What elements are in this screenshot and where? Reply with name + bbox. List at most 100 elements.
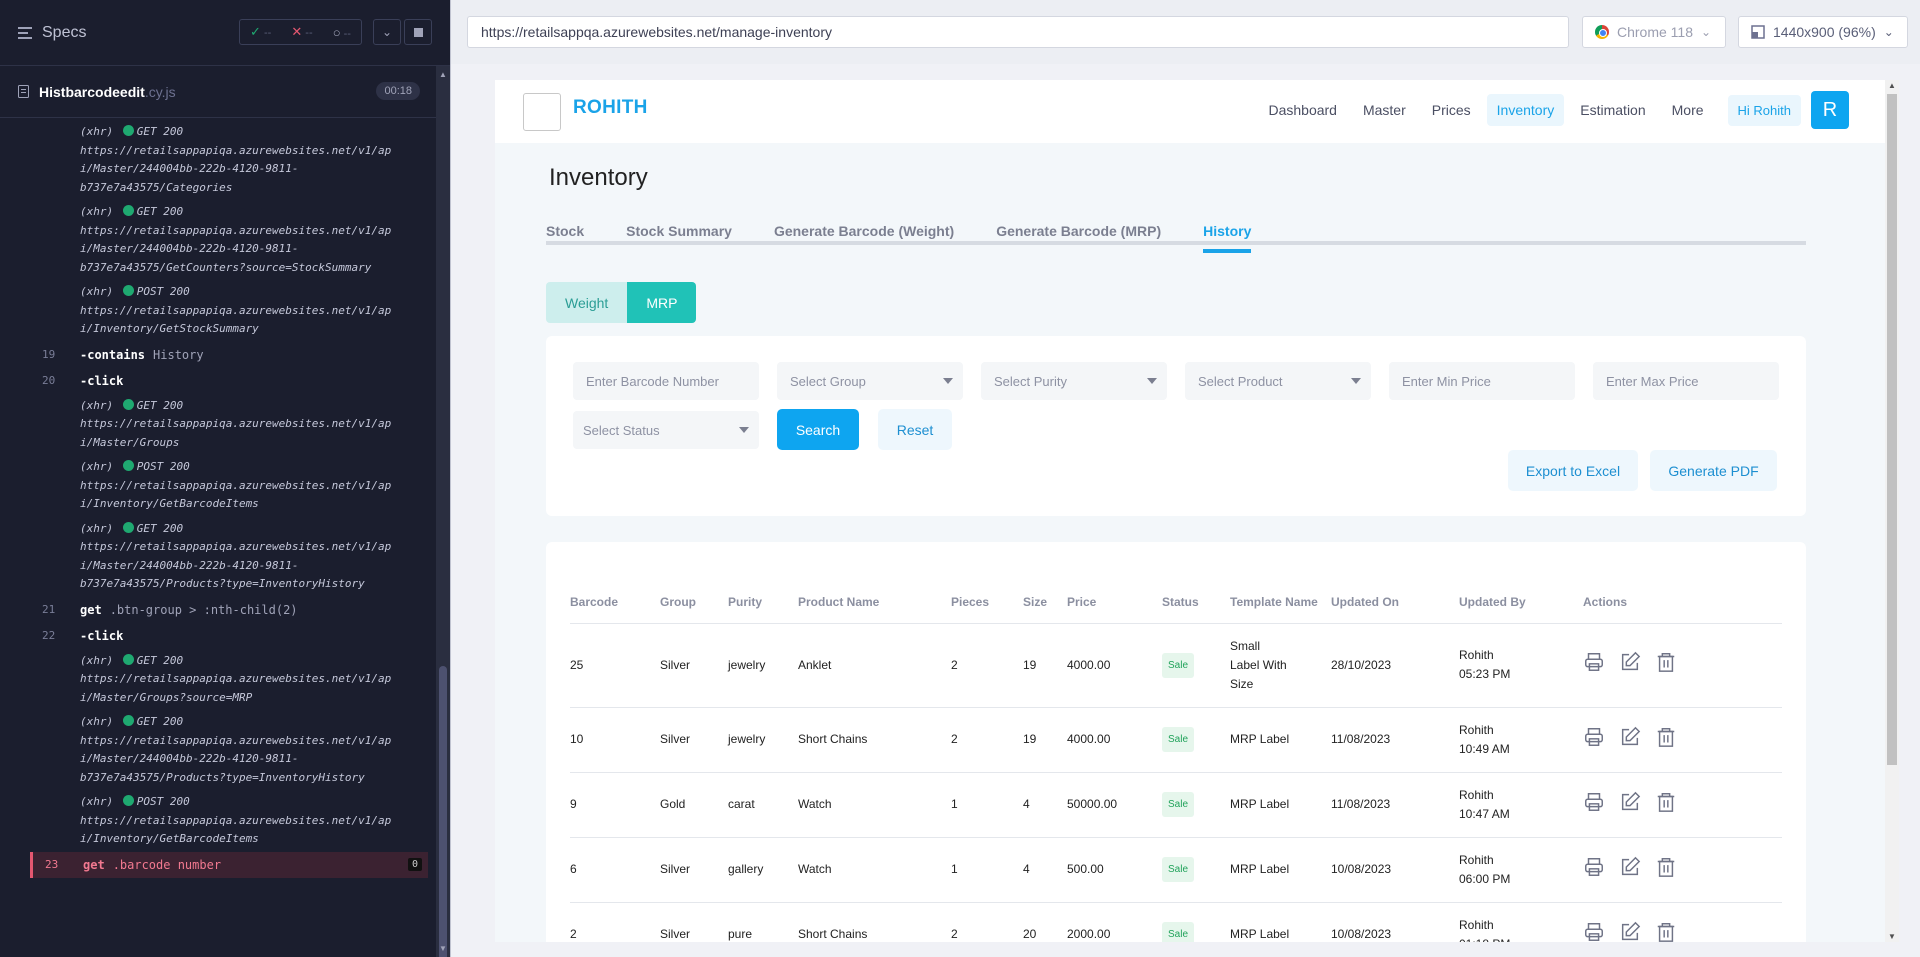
- brand-name[interactable]: ROHITH: [573, 97, 648, 119]
- edit-icon[interactable]: [1619, 651, 1641, 679]
- app-frame: ROHITH Dashboard Master Prices Inventory Est…: [495, 80, 1899, 942]
- mrp-toggle-button[interactable]: MRP: [627, 282, 697, 323]
- command-number: 19: [42, 348, 56, 361]
- tab-stock[interactable]: Stock: [546, 223, 584, 249]
- status-select[interactable]: Select Status: [573, 411, 759, 449]
- scroll-up-icon: ▲: [439, 70, 447, 79]
- tab-generate-barcode-weight[interactable]: Generate Barcode (Weight): [774, 223, 954, 249]
- updated-by-line: 10:47 AM: [1459, 806, 1510, 821]
- log-command[interactable]: 19 -contains History: [30, 342, 428, 368]
- cell-template: MRP Label: [1230, 837, 1331, 903]
- user-greeting[interactable]: Hi Rohith: [1727, 94, 1801, 126]
- status-badge: Sale: [1162, 652, 1195, 678]
- stop-button[interactable]: [404, 19, 432, 45]
- nav-item-inventory[interactable]: Inventory: [1486, 94, 1565, 126]
- spec-file-name: Histbarcodeedit: [39, 83, 145, 100]
- xhr-url-line: i/Master/244004bb-222b-4120-9811-: [80, 162, 299, 175]
- nav-item-prices[interactable]: Prices: [1422, 94, 1481, 126]
- cell-template: MRP Label: [1230, 707, 1331, 773]
- cell-actions: [1583, 772, 1782, 838]
- scroll-up-icon: ▲: [1888, 81, 1896, 90]
- print-icon[interactable]: [1583, 791, 1605, 819]
- log-command-failed[interactable]: 23 get .barcode number 0: [30, 851, 428, 878]
- nav-item-estimation[interactable]: Estimation: [1570, 94, 1655, 126]
- weight-toggle-button[interactable]: Weight: [546, 282, 628, 323]
- trash-icon[interactable]: [1655, 651, 1677, 679]
- cell-updated-on: 10/08/2023: [1331, 837, 1459, 903]
- viewport-selector[interactable]: 1440x900 (96%) ⌄: [1738, 16, 1908, 48]
- xhr-prefix: (xhr): [80, 398, 114, 412]
- log-xhr-entry[interactable]: (xhr) GET 200 https://retailsappapiqa.azu…: [30, 649, 428, 711]
- log-xhr-entry[interactable]: (xhr) GET 200 https://retailsappapiqa.azu…: [30, 394, 428, 456]
- chevron-down-icon: ⌄: [1883, 25, 1894, 39]
- column-header: Purity: [728, 582, 798, 624]
- log-command[interactable]: 22 -click: [30, 623, 428, 649]
- tab-history[interactable]: History: [1203, 223, 1252, 253]
- purity-select[interactable]: Select Purity: [981, 362, 1167, 400]
- log-command[interactable]: 21 get .btn-group > :nth-child(2): [30, 597, 428, 623]
- url-bar[interactable]: https://retailsappqa.azurewebsites.net/m…: [467, 16, 1569, 48]
- max-price-input[interactable]: Enter Max Price: [1593, 362, 1779, 400]
- cell-product: Short Chains: [798, 707, 951, 773]
- chevron-down-button[interactable]: ⌄: [373, 19, 401, 45]
- print-icon[interactable]: [1583, 651, 1605, 679]
- template-line: MRP Label: [1230, 862, 1290, 876]
- trash-icon[interactable]: [1655, 791, 1677, 819]
- trash-icon[interactable]: [1655, 856, 1677, 884]
- cell-updated-by: Rohith 05:23 PM: [1459, 623, 1583, 708]
- search-button[interactable]: Search: [777, 409, 859, 450]
- test-stats: ✓ -- ✕ -- ○ --: [239, 19, 362, 45]
- trash-icon[interactable]: [1655, 921, 1677, 943]
- tab-stock-summary[interactable]: Stock Summary: [626, 223, 732, 249]
- generate-pdf-button[interactable]: Generate PDF: [1650, 450, 1777, 491]
- cell-group: Silver: [660, 623, 728, 708]
- reset-button[interactable]: Reset: [878, 409, 952, 450]
- edit-icon[interactable]: [1619, 921, 1641, 943]
- spec-file-row[interactable]: Histbarcodeedit .cy.js 00:18: [0, 66, 450, 118]
- group-select[interactable]: Select Group: [777, 362, 963, 400]
- xhr-prefix: (xhr): [80, 205, 114, 218]
- status-badge: Sale: [1162, 857, 1195, 882]
- log-xhr-entry[interactable]: (xhr) GET 200 https://retailsappapiqa.azu…: [30, 710, 428, 790]
- nav-item-dashboard[interactable]: Dashboard: [1258, 94, 1347, 126]
- edit-icon[interactable]: [1619, 726, 1641, 754]
- min-price-input[interactable]: Enter Min Price: [1389, 362, 1575, 400]
- log-command[interactable]: 20 -click: [30, 368, 428, 394]
- cell-pieces: 2: [951, 707, 1023, 773]
- nav-item-master[interactable]: Master: [1353, 94, 1416, 126]
- trash-icon[interactable]: [1655, 726, 1677, 754]
- cell-group: Silver: [660, 902, 728, 942]
- log-xhr-entry[interactable]: (xhr) GET 200 https://retailsappapiqa.azu…: [30, 200, 428, 280]
- log-xhr-entry[interactable]: (xhr) POST 200 https://retailsappapiqa.az…: [30, 455, 428, 517]
- template-line: MRP Label: [1230, 927, 1290, 941]
- log-xhr-entry[interactable]: (xhr) POST 200 https://retailsappapiqa.az…: [30, 790, 428, 852]
- export-excel-button[interactable]: Export to Excel: [1508, 450, 1638, 491]
- runner-scrollbar[interactable]: ▲ ▼: [436, 66, 450, 957]
- browser-selector[interactable]: Chrome 118 ⌄: [1582, 16, 1726, 48]
- stop-icon: [413, 27, 423, 37]
- column-header: Updated On: [1331, 582, 1459, 624]
- avatar[interactable]: R: [1811, 91, 1849, 129]
- cell-updated-by: Rohith 01:18 PM: [1459, 902, 1583, 942]
- specs-toggle[interactable]: Specs: [18, 24, 86, 42]
- runner-scroll-thumb[interactable]: [439, 666, 447, 957]
- edit-icon[interactable]: [1619, 791, 1641, 819]
- log-xhr-entry[interactable]: (xhr) GET 200 https://retailsappapiqa.azu…: [30, 517, 428, 597]
- product-select[interactable]: Select Product: [1185, 362, 1371, 400]
- edit-icon[interactable]: [1619, 856, 1641, 884]
- log-xhr-entry[interactable]: (xhr) GET 200 https://retailsappapiqa.azu…: [30, 120, 428, 200]
- tab-generate-barcode-mrp[interactable]: Generate Barcode (MRP): [996, 223, 1161, 249]
- print-icon[interactable]: [1583, 921, 1605, 943]
- nav-item-more[interactable]: More: [1662, 94, 1714, 126]
- print-icon[interactable]: [1583, 856, 1605, 884]
- xhr-url-line: i/Inventory/GetBarcodeItems: [80, 497, 259, 510]
- status-dot-icon: [122, 795, 134, 806]
- barcode-number-input[interactable]: Enter Barcode Number: [573, 362, 759, 400]
- app-scroll-thumb[interactable]: [1887, 94, 1897, 765]
- cell-actions: [1583, 902, 1782, 942]
- print-icon[interactable]: [1583, 726, 1605, 754]
- log-xhr-entry[interactable]: (xhr) POST 200 https://retailsappapiqa.az…: [30, 280, 428, 342]
- app-scrollbar[interactable]: ▲ ▼: [1885, 80, 1899, 942]
- xhr-url-line: i/Master/Groups?source=MRP: [80, 690, 253, 704]
- cell-status: Sale: [1162, 837, 1230, 903]
